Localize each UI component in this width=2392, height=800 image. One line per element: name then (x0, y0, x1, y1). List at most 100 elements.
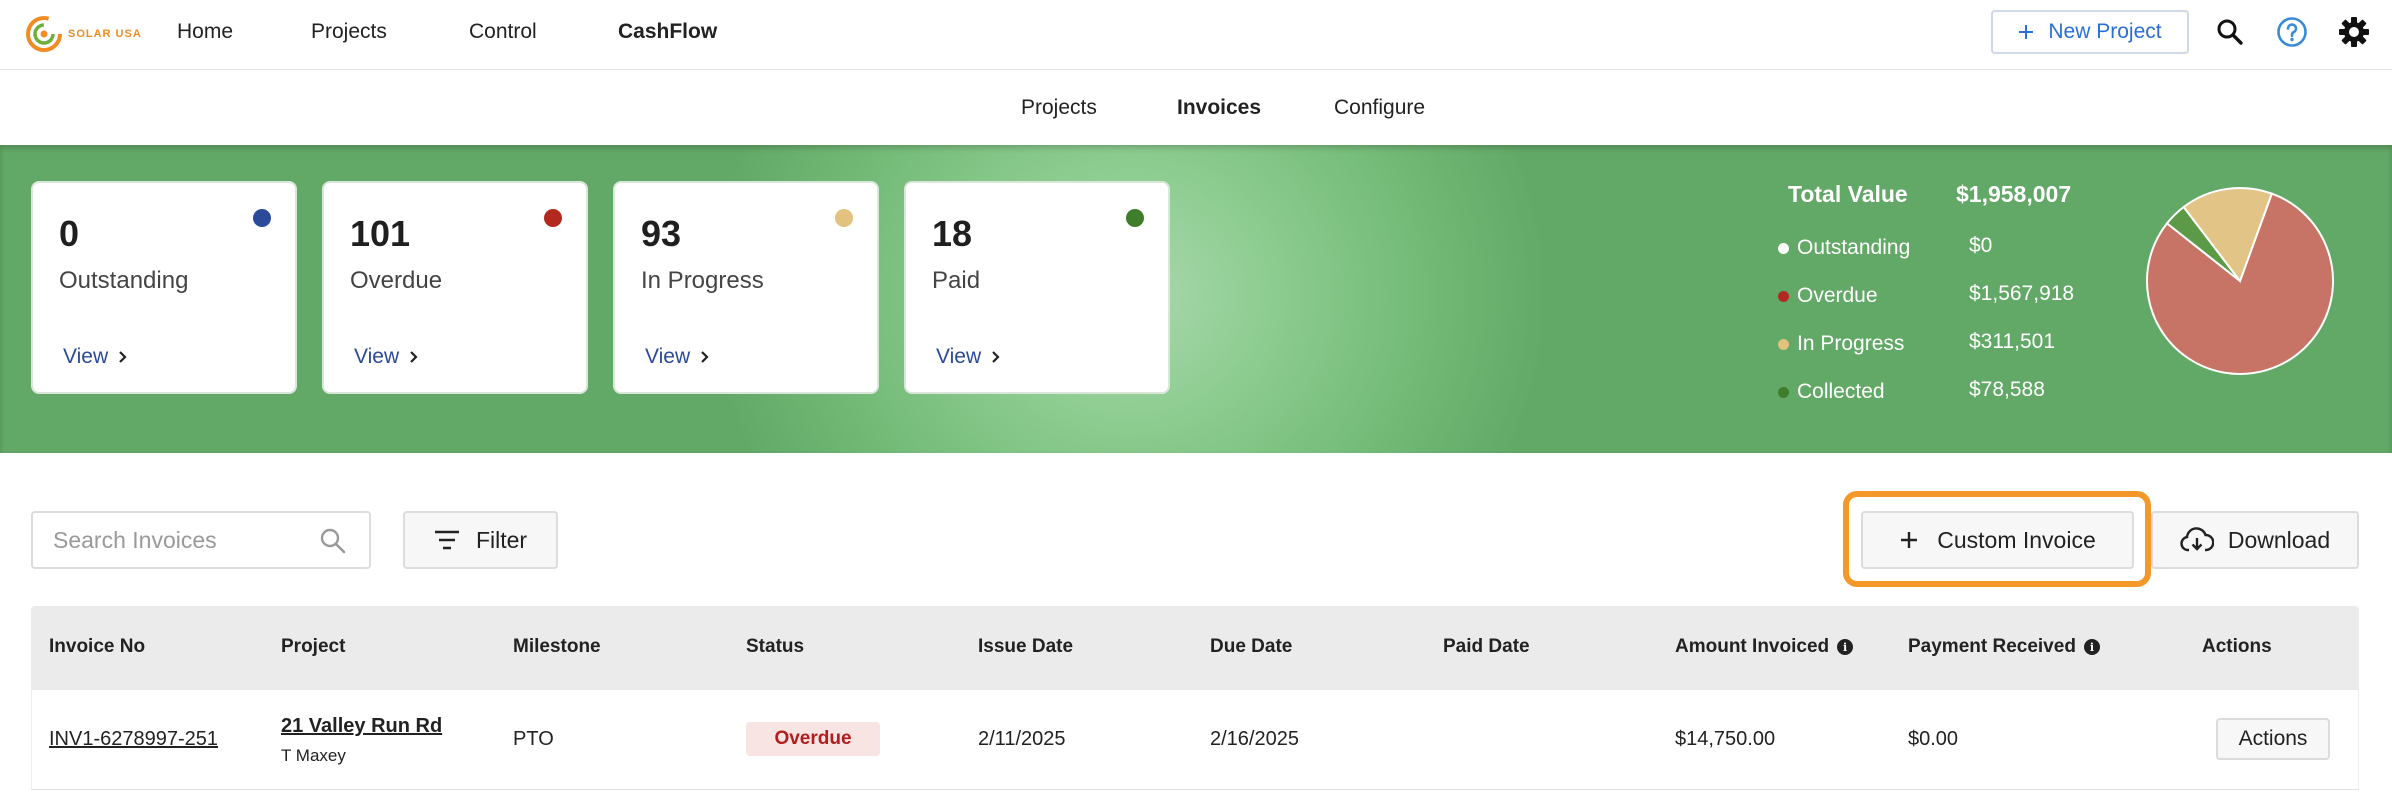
column-header-project[interactable]: Project (281, 636, 345, 658)
legend-collected: Collected (1778, 378, 1885, 406)
info-icon[interactable]: i (1837, 639, 1854, 655)
view-outstanding-link[interactable]: View (63, 345, 128, 369)
filter-button[interactable]: Filter (403, 511, 558, 569)
customer-name: T Maxey (281, 746, 346, 765)
column-header-issue-date[interactable]: Issue Date (978, 636, 1073, 658)
view-label: View (63, 345, 109, 368)
header-label: Project (281, 636, 346, 657)
invoice-number-link[interactable]: INV1-6278997-251 (49, 728, 218, 751)
custom-invoice-label: Custom Invoice (1937, 526, 2096, 553)
payment-received-value: $0.00 (1908, 728, 1959, 750)
nav-item-home[interactable]: Home (177, 20, 233, 44)
gear-icon[interactable] (2336, 14, 2372, 50)
column-header-amount-invoiced[interactable]: Amount Invoiced i (1675, 636, 1854, 658)
card-count: 93 (641, 213, 682, 254)
legend-in-progress: In Progress (1778, 330, 1904, 358)
legend-dot (1778, 338, 1789, 350)
legend-value: $78,588 (1969, 378, 2045, 401)
table-row (31, 690, 2359, 790)
project-link[interactable]: 21 Valley Run Rd (281, 715, 442, 738)
view-label: View (645, 345, 691, 368)
legend-outstanding: Outstanding (1778, 234, 1910, 262)
amount-invoiced-value: $14,750.00 (1675, 728, 1776, 750)
actions-button[interactable]: Actions (2216, 718, 2330, 760)
plus-icon (1901, 532, 1918, 548)
legend-label: In Progress (1797, 332, 1905, 355)
tab-invoices[interactable]: Invoices (1177, 96, 1261, 120)
solar-usa-logo[interactable]: SOLAR USA (24, 12, 142, 56)
header-label: Issue Date (978, 636, 1074, 657)
chevron-right-icon (992, 351, 1000, 363)
header-label: Actions (2202, 636, 2272, 657)
card-label: Outstanding (59, 267, 189, 294)
column-header-actions: Actions (2202, 636, 2272, 658)
status-dot (544, 209, 562, 227)
header-label: Paid Date (1443, 636, 1530, 657)
chevron-right-icon (701, 351, 709, 363)
chevron-right-icon (119, 351, 127, 363)
search-icon[interactable] (2212, 14, 2248, 50)
view-overdue-link[interactable]: View (354, 345, 419, 369)
column-header-milestone[interactable]: Milestone (513, 636, 601, 658)
legend-dot (1778, 242, 1789, 254)
view-label: View (354, 345, 400, 368)
column-header-status[interactable]: Status (746, 636, 804, 658)
help-icon[interactable] (2274, 14, 2310, 50)
legend-label: Collected (1797, 380, 1885, 403)
view-label: View (936, 345, 982, 368)
new-project-button[interactable]: New Project (1991, 10, 2189, 54)
card-label: Overdue (350, 267, 443, 294)
card-count: 0 (59, 213, 80, 254)
column-header-due-date[interactable]: Due Date (1210, 636, 1292, 658)
legend-dot (1778, 290, 1789, 302)
due-date-value: 2/16/2025 (1210, 728, 1299, 750)
total-value-amount: $1,958,007 (1956, 181, 2072, 207)
download-label: Download (2227, 526, 2331, 553)
logo-text: SOLAR USA (68, 28, 142, 40)
search-box (31, 511, 371, 569)
summary-card-paid: 18 Paid View (904, 181, 1170, 394)
legend-dot (1778, 386, 1789, 398)
header-label: Amount Invoiced (1675, 636, 1830, 657)
plus-icon (2019, 25, 2034, 39)
status-dot (253, 209, 271, 227)
header-label: Payment Received (1908, 636, 2076, 657)
status-dot (835, 209, 853, 227)
header-label: Milestone (513, 636, 601, 657)
header-label: Status (746, 636, 805, 657)
view-paid-link[interactable]: View (936, 345, 1001, 369)
legend-label: Outstanding (1797, 236, 1911, 259)
summary-card-overdue: 101 Overdue View (322, 181, 588, 394)
summary-card-in-progress: 93 In Progress View (613, 181, 879, 394)
header-label: Invoice No (49, 636, 146, 657)
download-button[interactable]: Download (2151, 511, 2359, 569)
tab-configure[interactable]: Configure (1334, 96, 1425, 120)
logo-icon (26, 16, 62, 52)
card-count: 18 (932, 213, 973, 254)
legend-label: Overdue (1797, 284, 1878, 307)
milestone-value: PTO (513, 728, 554, 750)
nav-item-control[interactable]: Control (469, 20, 537, 44)
search-input[interactable] (53, 526, 303, 554)
nav-item-projects[interactable]: Projects (311, 20, 387, 44)
search-icon[interactable] (319, 527, 347, 555)
value-pie-chart (2146, 187, 2334, 375)
card-label: In Progress (641, 267, 764, 294)
summary-card-outstanding: 0 Outstanding View (31, 181, 297, 394)
filter-icon (434, 530, 459, 550)
legend-overdue: Overdue (1778, 282, 1878, 310)
tab-projects[interactable]: Projects (1021, 96, 1097, 120)
legend-value: $311,501 (1969, 330, 2056, 353)
column-header-invoice-no[interactable]: Invoice No (49, 636, 145, 658)
legend-value: $1,567,918 (1969, 282, 2075, 305)
nav-item-cashflow[interactable]: CashFlow (618, 20, 717, 44)
column-header-payment-received[interactable]: Payment Received i (1908, 636, 2100, 658)
top-nav: SOLAR USA Home Projects Control CashFlow… (0, 0, 2392, 70)
column-header-paid-date[interactable]: Paid Date (1443, 636, 1530, 658)
new-project-label: New Project (2048, 20, 2162, 43)
custom-invoice-button[interactable]: Custom Invoice (1861, 511, 2134, 569)
info-icon[interactable]: i (2083, 639, 2100, 655)
view-in-progress-link[interactable]: View (645, 345, 710, 369)
cloud-download-icon (2180, 527, 2214, 552)
filter-label: Filter (475, 526, 528, 553)
